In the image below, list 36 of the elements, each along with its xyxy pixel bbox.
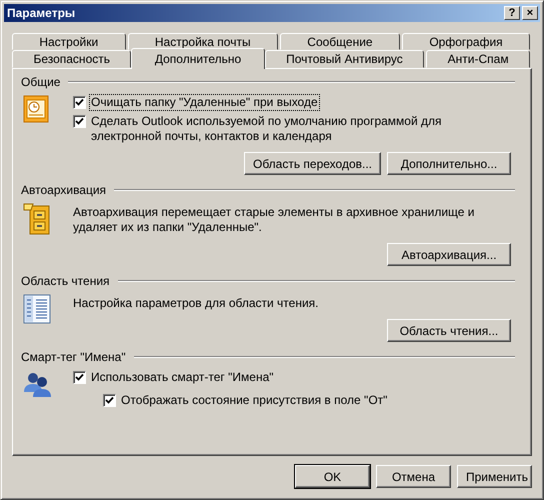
checkbox-label[interactable]: Очищать папку "Удаленные" при выходе bbox=[90, 95, 319, 110]
checkbox[interactable] bbox=[73, 371, 86, 384]
dialog-button[interactable]: Применить bbox=[457, 465, 532, 488]
tab[interactable]: Настройки bbox=[12, 33, 126, 50]
help-button[interactable]: ? bbox=[504, 6, 520, 20]
tab[interactable]: Безопасность bbox=[12, 50, 132, 68]
settings-button[interactable]: Автоархивация... bbox=[387, 243, 511, 266]
checkbox[interactable] bbox=[103, 394, 116, 407]
settings-button[interactable]: Область чтения... bbox=[387, 319, 511, 342]
settings-button[interactable]: Дополнительно... bbox=[387, 152, 511, 175]
section-title: Автоархивация bbox=[21, 183, 106, 197]
tab[interactable]: Сообщение bbox=[280, 33, 400, 50]
section-title: Общие bbox=[21, 75, 60, 89]
checkbox[interactable] bbox=[73, 96, 86, 109]
checkbox-label[interactable]: Отображать состояние присутствия в поле "От" bbox=[120, 393, 388, 408]
tab[interactable]: Анти-Спам bbox=[426, 50, 530, 68]
calendar-clock-icon bbox=[23, 95, 49, 123]
tab[interactable]: Почтовый Антивирус bbox=[264, 50, 424, 68]
tab[interactable]: Дополнительно bbox=[131, 48, 265, 69]
tab[interactable]: Настройка почты bbox=[128, 33, 278, 50]
close-button[interactable]: × bbox=[522, 6, 538, 20]
section-title: Смарт-тег "Имена" bbox=[21, 350, 126, 364]
file-cabinet-icon bbox=[23, 203, 51, 235]
section-title: Область чтения bbox=[21, 274, 110, 288]
tab[interactable]: Орфография bbox=[402, 33, 530, 50]
reading-pane-icon bbox=[23, 294, 51, 324]
checkbox-label[interactable]: Использовать смарт-тег "Имена" bbox=[90, 370, 275, 385]
settings-button[interactable]: Область переходов... bbox=[244, 152, 381, 175]
dialog-button[interactable]: Отмена bbox=[376, 465, 451, 488]
description-text: Автоархивация перемещает старые элементы в архивное хранилище и удаляет их из папки "Удаленные". bbox=[73, 205, 476, 235]
people-icon bbox=[23, 370, 53, 398]
window-title: Параметры bbox=[7, 6, 76, 20]
checkbox-label[interactable]: Сделать Outlook используемой по умолчанию программой для электронной почты, контактов и календаря bbox=[90, 114, 511, 144]
dialog-button[interactable]: OK bbox=[295, 465, 370, 488]
checkbox[interactable] bbox=[73, 115, 86, 128]
description-text: Настройка параметров для области чтения. bbox=[73, 296, 320, 311]
